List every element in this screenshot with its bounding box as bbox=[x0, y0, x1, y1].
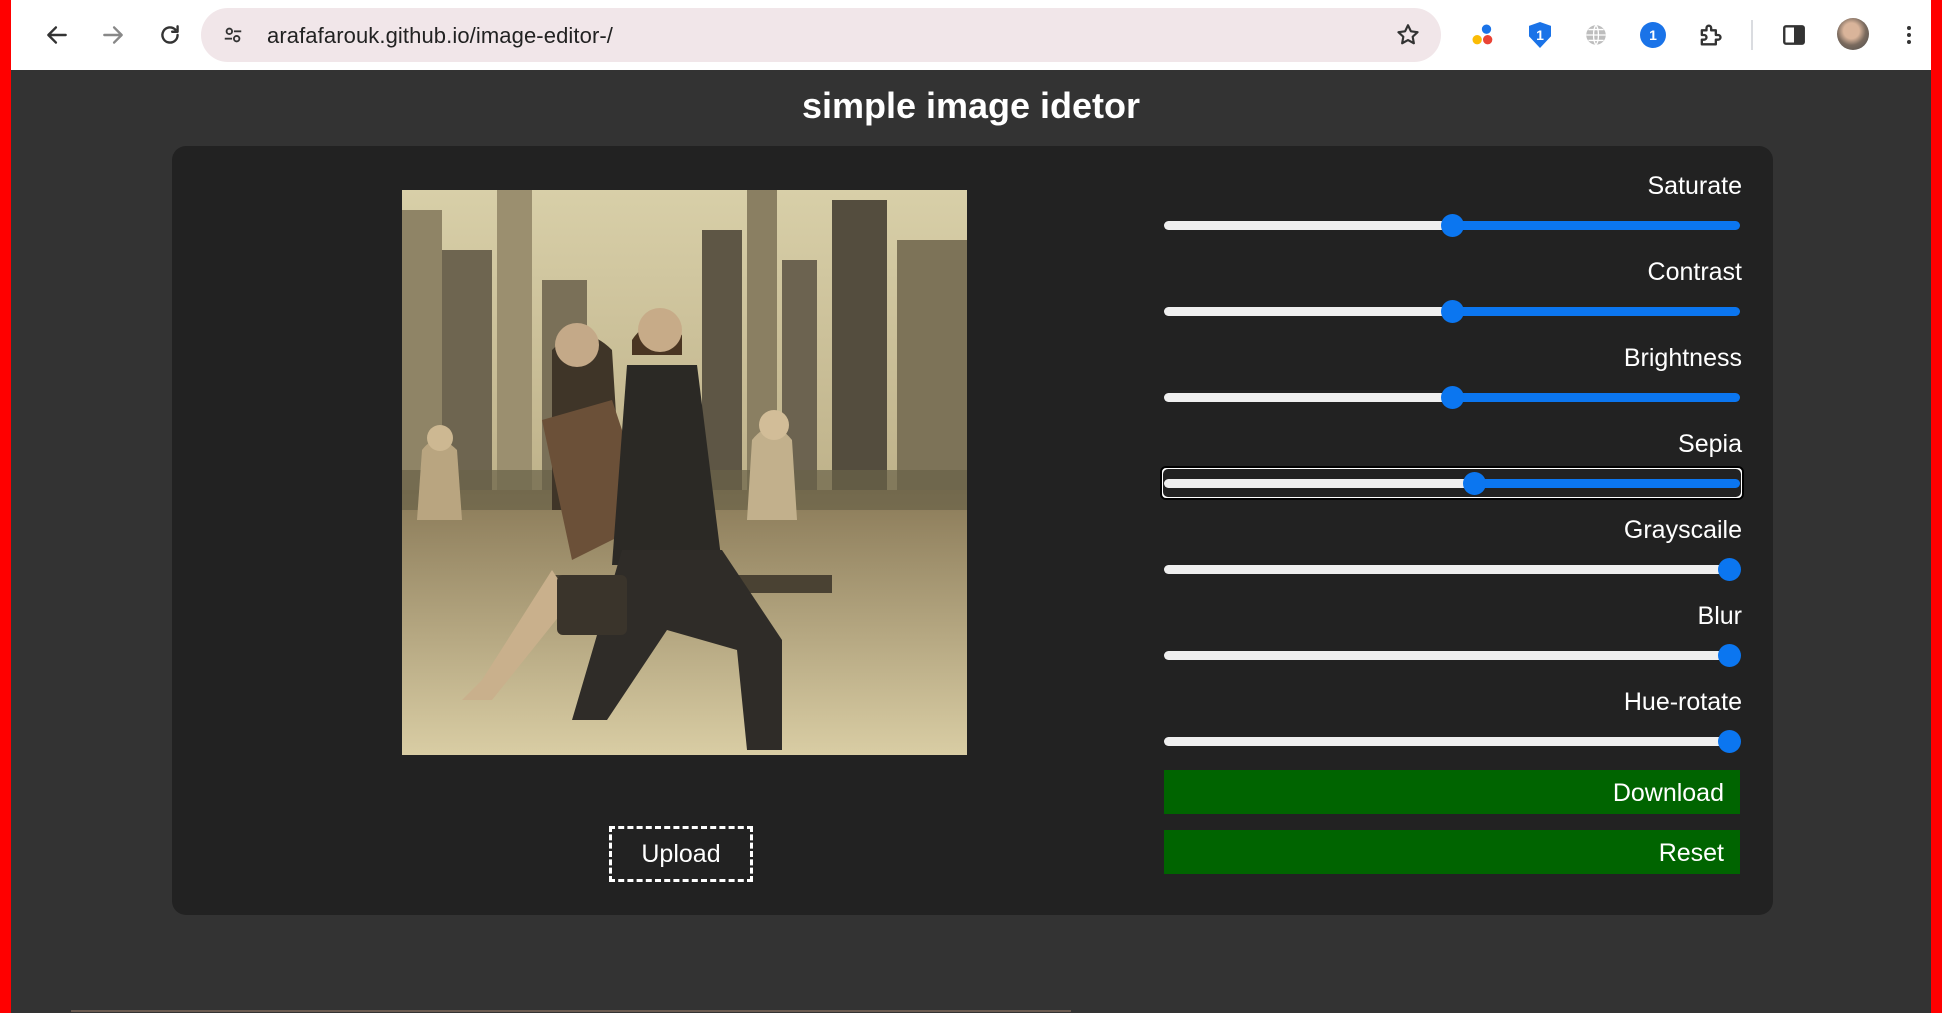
contrast-slider[interactable] bbox=[1164, 298, 1740, 324]
upload-button[interactable]: Upload bbox=[609, 826, 753, 882]
grayscale-slider[interactable] bbox=[1164, 556, 1741, 582]
page-title: simple image idetor bbox=[801, 85, 1141, 126]
tune-icon bbox=[224, 27, 242, 43]
saturate-slider[interactable] bbox=[1164, 212, 1740, 238]
shield-icon: 1 bbox=[1529, 22, 1551, 48]
back-button[interactable] bbox=[35, 13, 79, 57]
bookmark-star-button[interactable] bbox=[1393, 20, 1423, 50]
contrast-label: Contrast bbox=[1647, 258, 1742, 286]
shield-extension-button[interactable]: 1 bbox=[1522, 17, 1558, 53]
url-text[interactable]: arafafarouk.github.io/image-editor-/ bbox=[267, 23, 613, 49]
download-button[interactable]: Download bbox=[1164, 770, 1740, 814]
saturate-label: Saturate bbox=[1647, 172, 1742, 200]
sepia-slider[interactable] bbox=[1160, 466, 1744, 500]
extensions-button[interactable] bbox=[1692, 17, 1728, 53]
side-panel-icon bbox=[1783, 25, 1805, 45]
sepia-track-fill bbox=[1474, 479, 1740, 488]
extension-dots-button[interactable] bbox=[1465, 17, 1501, 53]
globe-extension-button[interactable] bbox=[1578, 17, 1614, 53]
saturate-track bbox=[1164, 221, 1452, 230]
reset-button[interactable]: Reset bbox=[1164, 830, 1740, 874]
blur-track bbox=[1164, 651, 1740, 660]
reload-button[interactable] bbox=[148, 13, 192, 57]
badge-icon: 1 bbox=[1640, 22, 1666, 48]
globe-icon bbox=[1586, 24, 1606, 46]
grayscale-label: Grayscaile bbox=[1623, 516, 1742, 544]
address-bar[interactable]: arafafarouk.github.io/image-editor-/ bbox=[201, 8, 1441, 62]
kebab-menu-icon bbox=[1907, 26, 1911, 44]
menu-button[interactable] bbox=[1891, 17, 1927, 53]
forward-button[interactable] bbox=[91, 13, 135, 57]
site-info-button[interactable] bbox=[215, 17, 251, 53]
toolbar-divider bbox=[1751, 20, 1753, 50]
side-panel-button[interactable] bbox=[1776, 17, 1812, 53]
hue-rotate-label: Hue-rotate bbox=[1623, 688, 1742, 716]
brightness-slider[interactable] bbox=[1164, 384, 1740, 410]
blur-slider-thumb[interactable] bbox=[1718, 644, 1741, 667]
blur-label: Blur bbox=[1697, 602, 1742, 630]
browser-toolbar: arafafarouk.github.io/image-editor-/ 1 1 bbox=[11, 0, 1931, 70]
back-arrow-icon bbox=[47, 26, 67, 44]
contrast-track bbox=[1164, 307, 1452, 316]
preview-illustration bbox=[402, 190, 967, 755]
editor-panel: Upload Saturate Contrast Brightness Sepia Gr… bbox=[172, 146, 1773, 915]
puzzle-icon bbox=[1700, 24, 1722, 46]
profile-avatar[interactable] bbox=[1837, 18, 1869, 50]
sepia-track bbox=[1164, 479, 1474, 488]
brightness-track-fill bbox=[1452, 393, 1740, 402]
grayscale-track bbox=[1164, 565, 1740, 574]
bottom-divider bbox=[71, 1010, 1071, 1012]
grayscale-slider-thumb[interactable] bbox=[1718, 558, 1741, 581]
sepia-label: Sepia bbox=[1678, 430, 1742, 458]
forward-arrow-icon bbox=[103, 26, 123, 44]
image-preview bbox=[402, 190, 967, 755]
brightness-track bbox=[1164, 393, 1452, 402]
contrast-track-fill bbox=[1452, 307, 1740, 316]
colored-dots-icon bbox=[1472, 24, 1493, 45]
brightness-slider-thumb[interactable] bbox=[1441, 386, 1464, 409]
hue-rotate-track bbox=[1164, 737, 1740, 746]
browser-window: arafafarouk.github.io/image-editor-/ 1 1 bbox=[11, 0, 1931, 1013]
contrast-slider-thumb[interactable] bbox=[1441, 300, 1464, 323]
reload-icon bbox=[161, 25, 179, 44]
hue-rotate-slider[interactable] bbox=[1164, 728, 1741, 754]
password-extension-button[interactable]: 1 bbox=[1635, 17, 1671, 53]
blur-slider[interactable] bbox=[1164, 642, 1741, 668]
sepia-slider-thumb[interactable] bbox=[1463, 472, 1486, 495]
saturate-slider-thumb[interactable] bbox=[1441, 214, 1464, 237]
hue-rotate-slider-thumb[interactable] bbox=[1718, 730, 1741, 753]
star-icon bbox=[1397, 24, 1419, 45]
saturate-track-fill bbox=[1452, 221, 1740, 230]
brightness-label: Brightness bbox=[1623, 344, 1742, 372]
